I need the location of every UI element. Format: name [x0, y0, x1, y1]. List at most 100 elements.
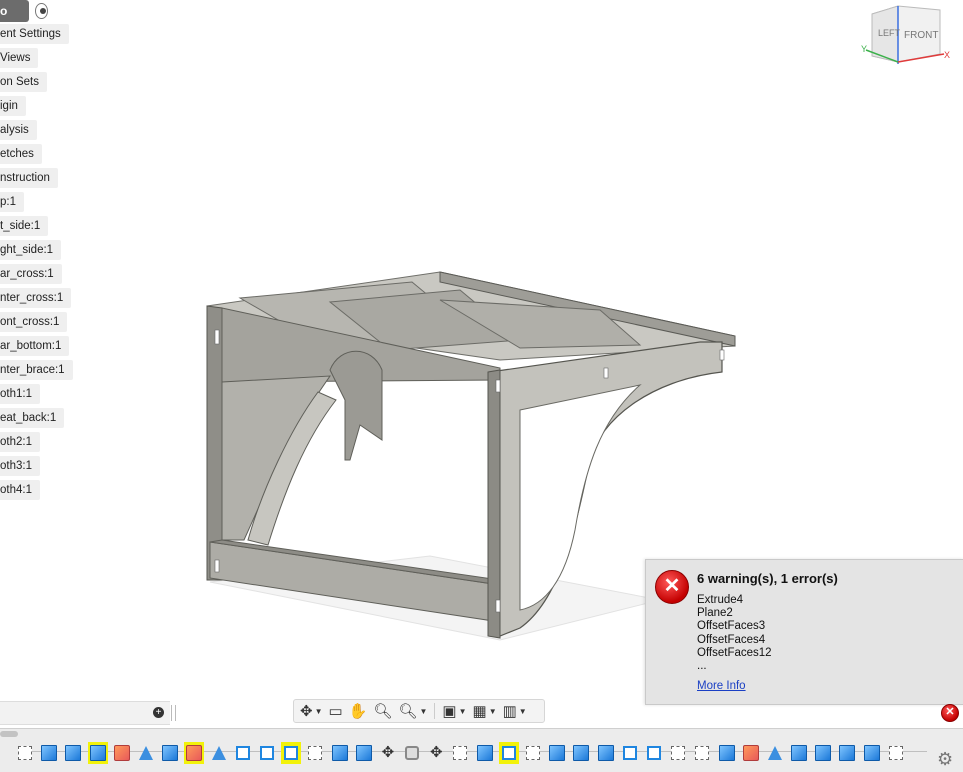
error-feature-item: OffsetFaces12: [697, 646, 772, 659]
timeline-feature-extrude[interactable]: [352, 742, 376, 764]
fit-tool-icon: 🔍︎: [398, 703, 418, 720]
browser-tree-item[interactable]: ght_side:1: [0, 240, 62, 260]
timeline-feature-extrude[interactable]: [61, 742, 85, 764]
dropdown-caret-icon: ▼: [488, 706, 497, 716]
shell-icon: [622, 746, 637, 760]
timeline-feature-plane[interactable]: [134, 742, 158, 764]
timeline-feature-shell[interactable]: [642, 742, 666, 764]
timeline-feature-extrude[interactable]: [86, 742, 110, 764]
browser-tree-item[interactable]: etches: [0, 144, 42, 164]
browser-tree-item[interactable]: ar_bottom:1: [0, 336, 70, 356]
timeline-feature-extrude[interactable]: [811, 742, 835, 764]
navigation-bar: ✥ ▼ ▭ ✋ 🔍︎ 🔍︎ ▼ ▣ ▼ ▦ ▼ ▥ ▼: [293, 699, 545, 723]
timeline-feature-shell[interactable]: [279, 742, 303, 764]
timeline-scrollbar[interactable]: [0, 731, 18, 737]
timeline-feature-sketch[interactable]: [690, 742, 714, 764]
timeline-settings-icon[interactable]: ⚙: [937, 750, 955, 768]
error-feature-item: Plane2: [697, 607, 733, 620]
timeline-feature-extrude[interactable]: [158, 742, 182, 764]
browser-root-row[interactable]: o v12: [0, 0, 49, 40]
timeline-feature-extrude[interactable]: [714, 742, 738, 764]
error-feature-list: Extrude4 Plane2 OffsetFaces3 OffsetFaces4 Of…: [697, 594, 772, 673]
browser-tree-item[interactable]: igin: [0, 96, 26, 116]
dropdown-caret-icon: ▼: [419, 706, 428, 716]
browser-tree-item[interactable]: oth2:1: [0, 432, 40, 452]
timeline-feature-sketch[interactable]: [666, 742, 690, 764]
timeline-feature-offset[interactable]: [110, 742, 134, 764]
browser-tree-item[interactable]: t_side:1: [0, 216, 49, 236]
timeline-feature-extrude[interactable]: [860, 742, 884, 764]
sketch-icon: [308, 746, 323, 760]
timeline-feature-shell[interactable]: [255, 742, 279, 764]
viewports-settings[interactable]: ▥ ▼: [501, 701, 529, 721]
timeline-feature-extrude[interactable]: [835, 742, 859, 764]
timeline-feature-sketch[interactable]: [884, 742, 908, 764]
orbit-tool[interactable]: ✥ ▼: [298, 701, 325, 721]
browser-tree-item[interactable]: nter_cross:1: [0, 288, 72, 308]
timeline-feature-offset[interactable]: [182, 742, 206, 764]
timeline-feature-plane[interactable]: [207, 742, 231, 764]
sketch-icon: [453, 746, 468, 760]
zoom-tool[interactable]: 🔍︎: [371, 701, 394, 721]
timeline-feature-shell[interactable]: [231, 742, 255, 764]
browser-tree-item[interactable]: oth1:1: [0, 384, 40, 404]
activate-radio-icon[interactable]: [35, 3, 49, 19]
extrude-icon: [549, 745, 566, 761]
extrude-icon: [355, 745, 372, 761]
timeline-feature-joint[interactable]: [400, 742, 424, 764]
browser-tree-item[interactable]: oth3:1: [0, 456, 40, 476]
display-settings[interactable]: ▣ ▼: [440, 701, 468, 721]
more-info-link[interactable]: More Info: [697, 680, 746, 692]
timeline-feature-move[interactable]: ✥: [424, 742, 448, 764]
add-comment-icon[interactable]: +: [153, 707, 164, 718]
offset-icon: [113, 745, 130, 761]
error-feature-item: OffsetFaces3: [697, 620, 766, 633]
viewports-settings-icon: ▥: [502, 703, 517, 720]
grid-settings[interactable]: ▦ ▼: [471, 701, 499, 721]
timeline-feature-sketch[interactable]: [13, 742, 37, 764]
close-notification-icon[interactable]: ✕: [941, 704, 959, 722]
browser-tree-item[interactable]: nstruction: [0, 168, 58, 188]
timeline-feature-extrude[interactable]: [787, 742, 811, 764]
browser-tree-item[interactable]: p:1: [0, 192, 24, 212]
shell-icon: [259, 746, 274, 760]
timeline-feature-shell[interactable]: [497, 742, 521, 764]
look-at-tool-icon: ▭: [328, 703, 343, 720]
browser-tree-item[interactable]: alysis: [0, 120, 37, 140]
timeline-feature-move[interactable]: ✥: [376, 742, 400, 764]
timeline-feature-extrude[interactable]: [37, 742, 61, 764]
timeline-feature-sketch[interactable]: [303, 742, 327, 764]
browser-tree-item[interactable]: ont_cross:1: [0, 312, 68, 332]
timeline-feature-extrude[interactable]: [327, 742, 351, 764]
viewcube-x-label: X: [944, 50, 950, 60]
browser-tree-item[interactable]: eat_back:1: [0, 408, 65, 428]
plane-icon: [211, 746, 226, 760]
browser-tree-item[interactable]: on Sets: [0, 72, 47, 92]
browser-tree-item[interactable]: ent Settings: [0, 24, 69, 44]
timeline-feature-extrude[interactable]: [594, 742, 618, 764]
view-cube[interactable]: LEFT FRONT X Y: [858, 2, 958, 68]
panel-resize-handle[interactable]: [171, 705, 176, 721]
browser-tree-item[interactable]: oth4:1: [0, 480, 40, 500]
error-feature-item: OffsetFaces4: [697, 633, 766, 646]
timeline-feature-sketch[interactable]: [448, 742, 472, 764]
move-icon: ✥: [381, 744, 395, 761]
timeline-feature-extrude[interactable]: [545, 742, 569, 764]
timeline-feature-sketch[interactable]: [521, 742, 545, 764]
timeline-feature-extrude[interactable]: [569, 742, 593, 764]
error-feature-item: ...: [697, 660, 707, 673]
timeline-feature-shell[interactable]: [618, 742, 642, 764]
timeline-feature-offset[interactable]: [739, 742, 763, 764]
design-root-label[interactable]: o v12: [0, 0, 30, 40]
timeline-feature-extrude[interactable]: [473, 742, 497, 764]
pan-tool[interactable]: ✋: [347, 701, 370, 721]
plane-icon: [767, 746, 782, 760]
browser-tree-item[interactable]: nter_brace:1: [0, 360, 73, 380]
extrude-icon: [476, 745, 493, 761]
browser-tree-item[interactable]: ar_cross:1: [0, 264, 62, 284]
timeline-feature-plane[interactable]: [763, 742, 787, 764]
dropdown-caret-icon: ▼: [518, 706, 527, 716]
look-at-tool[interactable]: ▭: [327, 701, 345, 721]
browser-tree-item[interactable]: Views: [0, 48, 39, 68]
fit-tool[interactable]: 🔍︎ ▼: [396, 701, 429, 721]
